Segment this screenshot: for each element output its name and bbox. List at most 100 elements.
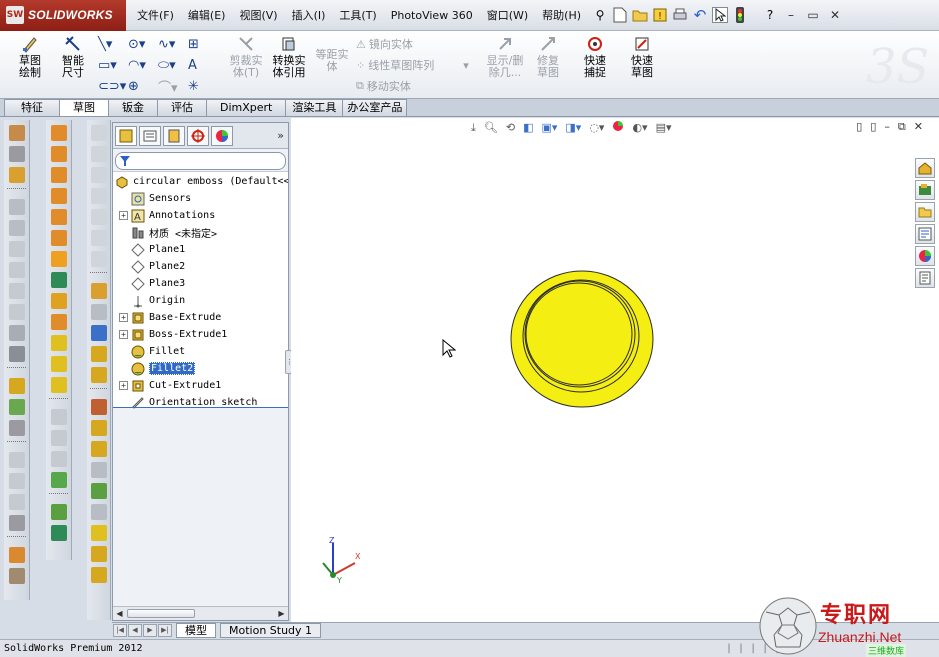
doc-close-icon[interactable]: ✕ xyxy=(914,120,923,134)
next-tab-icon[interactable]: ▶ xyxy=(143,624,157,637)
tree-item[interactable]: + Boss-Extrude1 xyxy=(113,326,288,343)
toolbar-icon[interactable] xyxy=(90,188,107,204)
menu-view[interactable]: 视图(V) xyxy=(232,7,284,23)
rebuild-icon[interactable]: ! xyxy=(652,7,668,23)
toolbar-icon[interactable] xyxy=(50,472,67,488)
tab-render-tools[interactable]: 渲染工具 xyxy=(285,99,344,116)
arc-tool-icon[interactable]: ◠▾ xyxy=(128,56,158,74)
toolbar-icon[interactable] xyxy=(90,167,107,183)
toolbar-icon[interactable] xyxy=(90,304,107,320)
expand-panel-icon[interactable]: » xyxy=(277,129,284,142)
design-library-icon[interactable] xyxy=(915,180,935,200)
print-icon[interactable] xyxy=(672,7,688,23)
toolbar-icon[interactable] xyxy=(90,125,107,141)
help-icon[interactable]: ? xyxy=(762,7,778,23)
view-settings-icon[interactable]: ▤▾ xyxy=(656,121,672,134)
first-tab-icon[interactable]: |◀ xyxy=(113,624,127,637)
toolbar-icon[interactable] xyxy=(8,494,25,510)
smart-dimension-button[interactable]: 智能尺寸 xyxy=(52,35,94,79)
graphics-area[interactable]: ⤓ 🔍︎ ⟲ ◧ ▣▾ ◨▾ ◌▾ ◐▾ ▤▾ ▯ ▯ – ⧉ ✕ Z X Y xyxy=(291,118,939,623)
apply-scene-icon[interactable]: ◐▾ xyxy=(632,121,647,134)
tree-item[interactable]: 材质 <未指定> xyxy=(113,224,288,241)
expand-toggle-icon[interactable]: + xyxy=(119,381,128,390)
convert-entities-button[interactable]: 转换实体引用 xyxy=(268,35,310,79)
toolbar-icon[interactable] xyxy=(50,209,67,225)
hide-show-items-icon[interactable]: ◌▾ xyxy=(589,121,604,134)
toolbar-icon[interactable] xyxy=(90,420,107,436)
toolbar-icon[interactable] xyxy=(8,568,25,584)
toolbar-icon[interactable] xyxy=(50,167,67,183)
toolbar-icon[interactable] xyxy=(50,230,67,246)
tree-item[interactable]: + Cut-Extrude1 xyxy=(113,377,288,394)
view-orientation-icon[interactable]: ▣▾ xyxy=(541,121,557,134)
tree-root-part[interactable]: circular emboss (Default<< xyxy=(113,173,288,190)
rapid-sketch-button[interactable]: 快速草图 xyxy=(622,35,662,79)
toolbar-icon[interactable] xyxy=(50,314,67,330)
menu-tools[interactable]: 工具(T) xyxy=(332,7,383,23)
trim-button[interactable]: 剪裁实体(T) xyxy=(226,35,266,79)
restore-icon[interactable]: ▭ xyxy=(804,7,822,23)
tree-item[interactable]: Plane1 xyxy=(113,241,288,258)
line-tool-icon[interactable]: ╲▾ xyxy=(98,35,128,53)
scroll-right-icon[interactable]: ▶ xyxy=(276,608,287,619)
slot-tool-icon[interactable]: ⊂⊃▾ xyxy=(98,77,128,95)
display-style-icon[interactable]: ◨▾ xyxy=(565,121,581,134)
zoom-area-icon[interactable]: 🔍︎ xyxy=(484,121,498,134)
zoom-to-fit-icon[interactable]: ⤓ xyxy=(471,121,476,135)
toolbar-icon[interactable] xyxy=(8,125,25,141)
toolbar-icon[interactable] xyxy=(8,378,25,394)
point-tool-icon[interactable]: ✳ xyxy=(188,77,218,95)
toolbar-icon[interactable] xyxy=(50,293,67,309)
toolbar-icon[interactable] xyxy=(90,483,107,499)
toolbar-icon[interactable] xyxy=(90,567,107,583)
tab-sheet-metal[interactable]: 钣金 xyxy=(108,99,158,116)
toolbar-icon[interactable] xyxy=(50,251,67,267)
tab-features[interactable]: 特征 xyxy=(4,99,60,116)
toolbar-icon[interactable] xyxy=(50,525,67,541)
toolbar-icon[interactable] xyxy=(8,547,25,563)
toolbar-icon[interactable] xyxy=(8,220,25,236)
toolbar-icon[interactable] xyxy=(8,473,25,489)
doc-restore-icon[interactable]: ⧉ xyxy=(898,120,906,134)
toolbar-icon[interactable] xyxy=(8,262,25,278)
text-tool-icon[interactable]: A xyxy=(188,56,218,74)
tab-sketch[interactable]: 草图 xyxy=(59,99,109,116)
toolbar-icon[interactable] xyxy=(50,377,67,393)
tree-item[interactable]: Sensors xyxy=(113,190,288,207)
appearances-icon[interactable] xyxy=(915,246,935,266)
toolbar-icon[interactable] xyxy=(90,399,107,415)
tree-horizontal-scrollbar[interactable]: ◀ ▶ xyxy=(113,606,288,620)
toolbar-icon[interactable] xyxy=(8,167,25,183)
tree-item[interactable]: Fillet2 xyxy=(113,360,288,377)
tab-motion-study[interactable]: Motion Study 1 xyxy=(220,623,322,638)
toolbar-icon[interactable] xyxy=(8,283,25,299)
search-results-icon[interactable] xyxy=(915,224,935,244)
toolbar-icon[interactable] xyxy=(8,199,25,215)
section-view-icon[interactable]: ◧ xyxy=(523,121,533,134)
toolbar-icon[interactable] xyxy=(8,420,25,436)
new-document-icon[interactable] xyxy=(612,7,628,23)
property-manager-tab-icon[interactable] xyxy=(139,125,161,146)
previous-view-icon[interactable]: ⟲ xyxy=(506,121,515,134)
toolbar-icon[interactable] xyxy=(90,325,107,341)
tile-horizontal-icon[interactable]: ▯ xyxy=(856,120,862,134)
minimize-icon[interactable]: – xyxy=(782,7,800,23)
point-grid-icon[interactable]: ⊞ xyxy=(188,35,218,53)
configuration-manager-tab-icon[interactable] xyxy=(163,125,185,146)
toolbar-icon[interactable] xyxy=(8,304,25,320)
display-manager-tab-icon[interactable] xyxy=(211,125,233,146)
toolbar-icon[interactable] xyxy=(90,525,107,541)
toolbar-icon[interactable] xyxy=(50,430,67,446)
rectangle-tool-icon[interactable]: ▭▾ xyxy=(98,56,128,74)
mirror-button[interactable]: ⚠ 镜向实体 xyxy=(356,36,413,52)
repair-sketch-button[interactable]: 修复草图 xyxy=(530,35,566,79)
sketch-button[interactable]: 草图绘制 xyxy=(8,35,52,79)
solidworks-resources-icon[interactable] xyxy=(915,158,935,178)
expand-toggle-icon[interactable]: + xyxy=(119,313,128,322)
menu-insert[interactable]: 插入(I) xyxy=(285,7,333,23)
close-icon[interactable]: ✕ xyxy=(826,7,844,23)
app-logo[interactable]: SW SOLIDWORKS xyxy=(0,0,126,31)
tree-item[interactable]: Fillet xyxy=(113,343,288,360)
toolbar-icon[interactable] xyxy=(50,356,67,372)
toolbar-icon[interactable] xyxy=(90,146,107,162)
